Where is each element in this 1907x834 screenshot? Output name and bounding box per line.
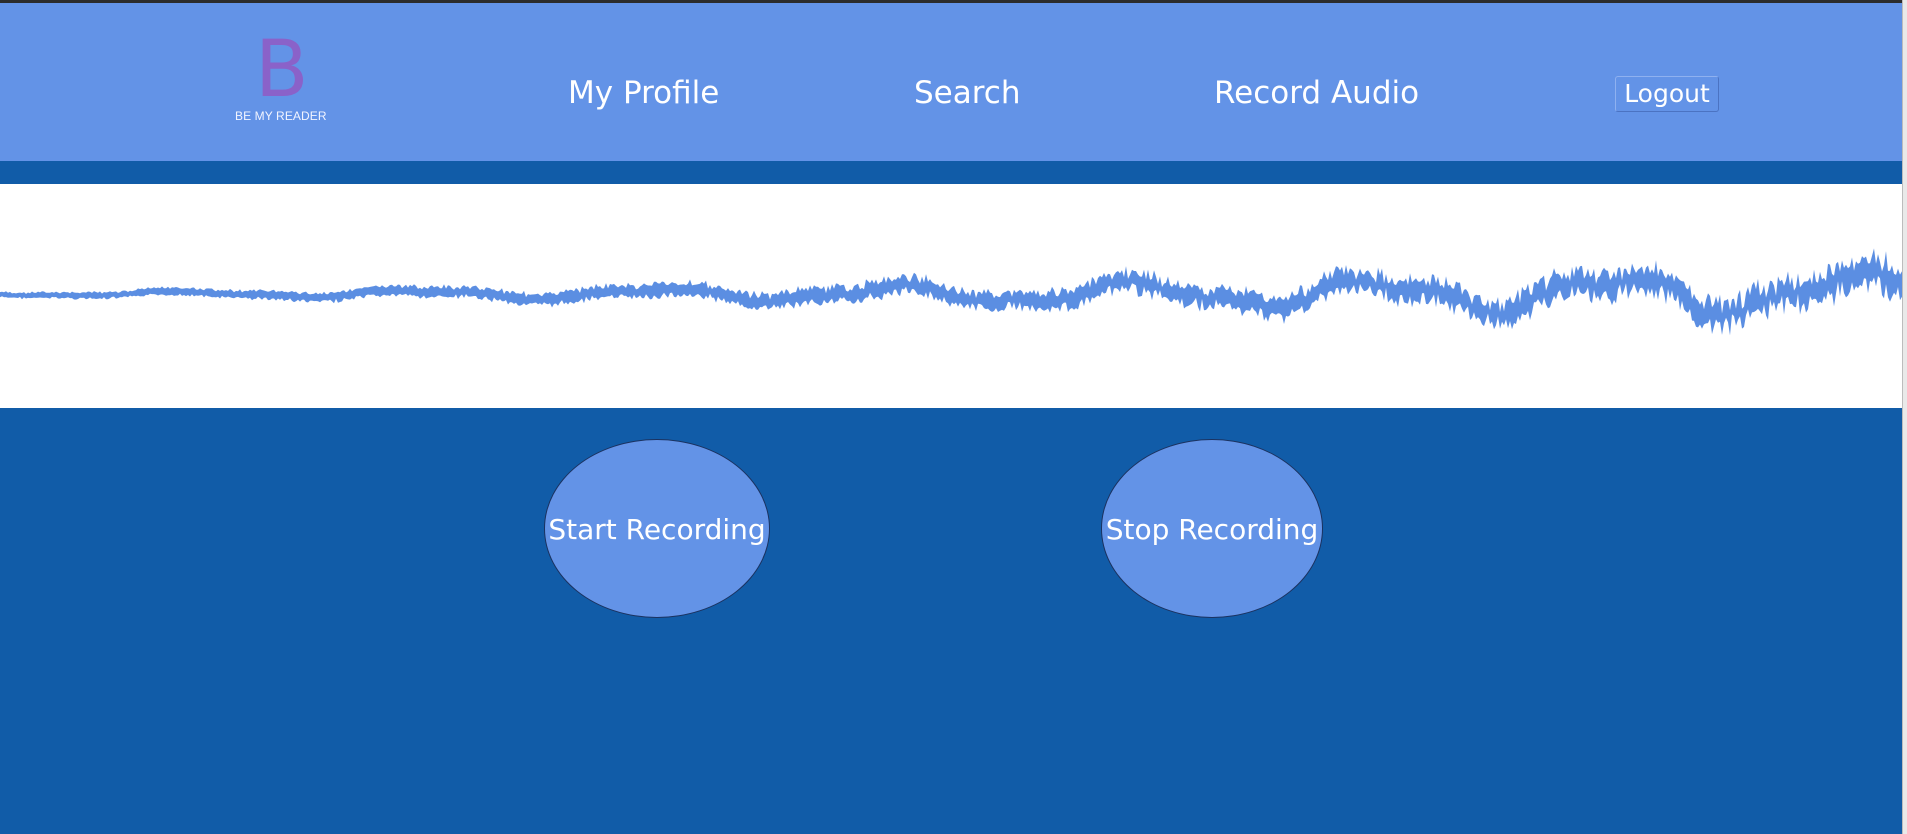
waveform-panel: [0, 184, 1902, 408]
logo-caption: BE MY READER: [235, 109, 327, 123]
recording-page: B BE MY READER My Profile Search Record …: [0, 0, 1907, 834]
recorder-controls-area: [0, 408, 1902, 834]
audio-waveform-icon: [0, 248, 1902, 336]
nav-search[interactable]: Search: [914, 69, 1021, 117]
nav-my-profile[interactable]: My Profile: [568, 69, 719, 117]
window-scroll-edge: [1902, 0, 1907, 834]
start-recording-button[interactable]: Start Recording: [544, 439, 770, 618]
nav-record-audio[interactable]: Record Audio: [1214, 69, 1419, 117]
divider-band: [0, 161, 1902, 184]
logo-letter: B: [255, 25, 309, 115]
waveform-trace: [0, 248, 1902, 336]
stop-recording-button[interactable]: Stop Recording: [1101, 439, 1323, 618]
logout-button[interactable]: Logout: [1615, 76, 1719, 112]
navbar: B BE MY READER My Profile Search Record …: [0, 3, 1902, 161]
brand-logo[interactable]: B BE MY READER: [232, 27, 332, 127]
